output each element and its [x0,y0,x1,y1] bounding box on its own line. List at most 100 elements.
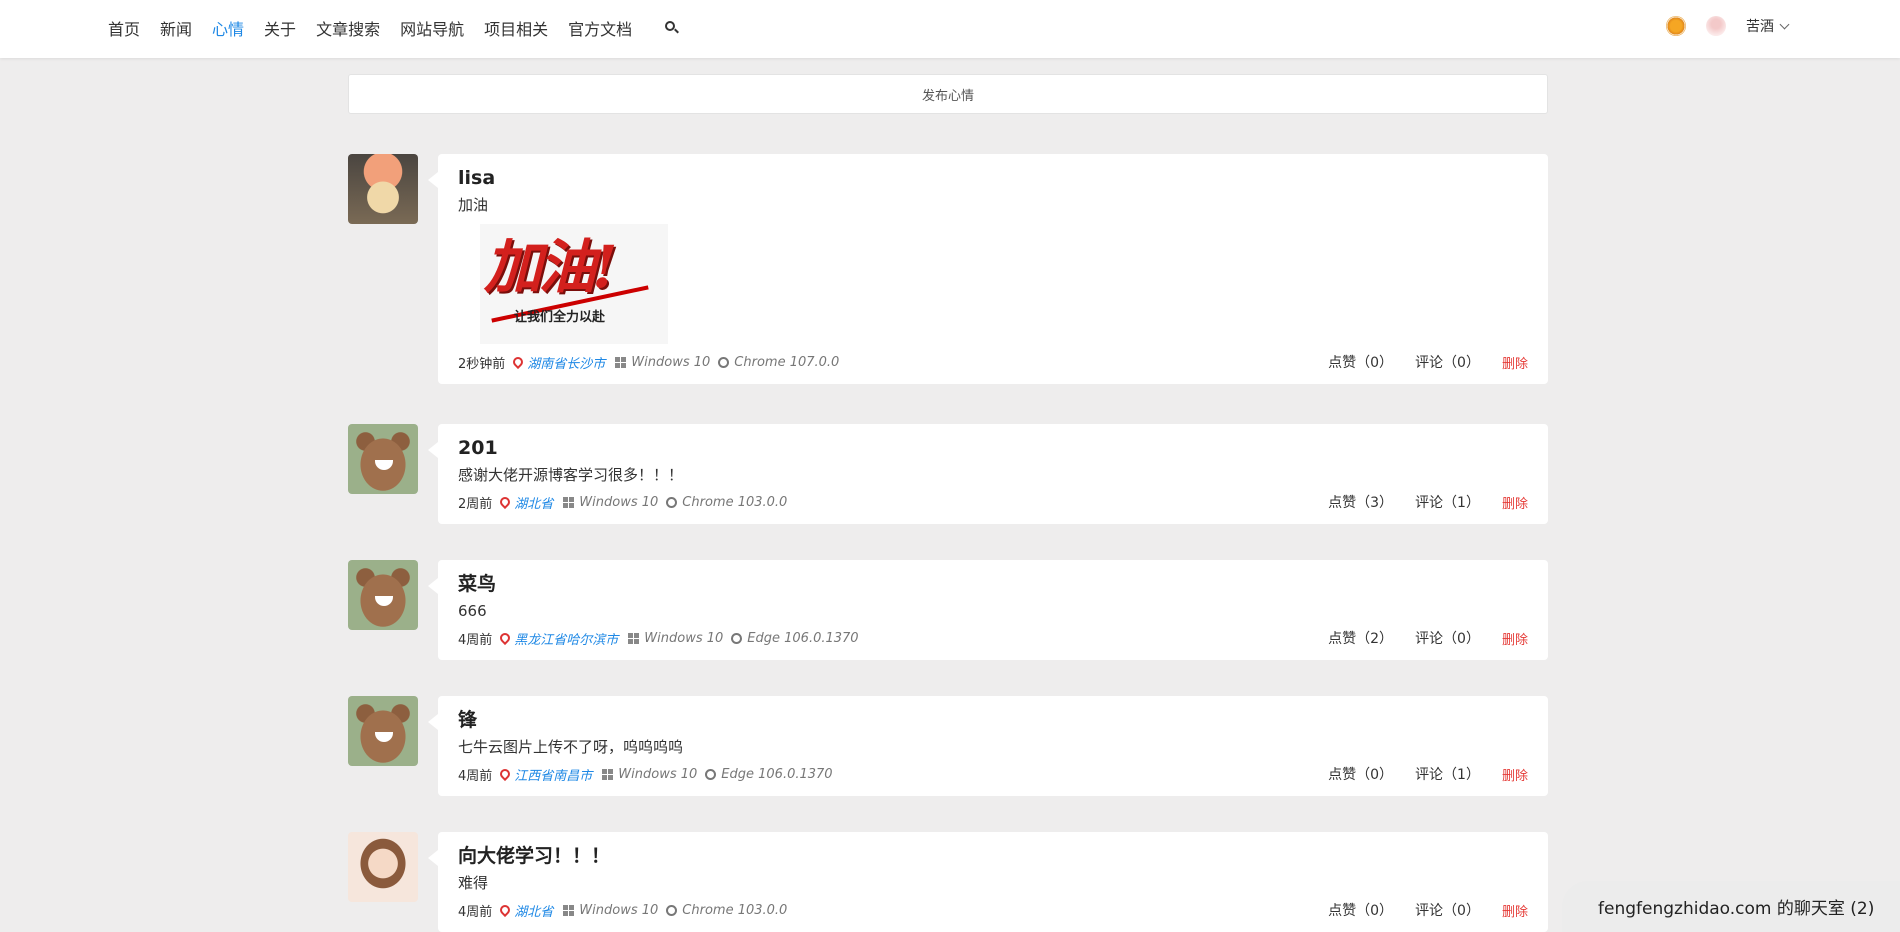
avatar [348,154,418,224]
avatar [348,424,418,494]
post-content: 感谢大佬开源博客学习很多！！！ [458,466,684,484]
publish-mood-button[interactable]: 发布心情 [348,74,1548,114]
post-author: 菜鸟 [458,573,497,595]
post-author: lisa [458,167,496,189]
post-os: Windows 10 [579,902,659,918]
like-button[interactable]: 点赞（0） [1328,764,1393,784]
avatar [348,696,418,766]
post-location[interactable]: 湖南省长沙市 [527,353,605,372]
delete-button[interactable]: 删除 [1502,901,1528,920]
post-actions: 点赞（0） 评论（0） 删除 [1306,900,1528,920]
like-button[interactable]: 点赞（3） [1328,492,1393,512]
post-content: 七牛云图片上传不了呀，呜呜呜呜 [458,738,684,756]
post-location[interactable]: 湖北省 [514,493,553,512]
location-pin-icon [498,630,513,646]
post-location[interactable]: 江西省南昌市 [514,765,592,784]
post-os: Windows 10 [631,354,711,370]
nav-item-article-search[interactable]: 文章搜索 [316,16,380,40]
post-author: 向大佬学习！！！ [458,845,611,867]
edge-icon [731,632,743,644]
post-os: Windows 10 [579,494,659,510]
comment-button[interactable]: 评论（0） [1415,352,1480,372]
avatar[interactable] [1706,16,1726,36]
post-card: 201 感谢大佬开源博客学习很多！！！ 2周前 湖北省 Windows 10 C… [428,424,1548,524]
delete-button[interactable]: 删除 [1502,493,1528,512]
theme-toggle-icon[interactable] [1666,16,1686,36]
location-pin-icon [498,494,513,510]
comment-button[interactable]: 评论（1） [1415,492,1480,512]
like-button[interactable]: 点赞（2） [1328,628,1393,648]
post-image-title: 加油! [484,233,617,301]
post-time: 4周前 [458,768,493,784]
post-location[interactable]: 湖北省 [514,901,553,920]
avatar [348,560,418,630]
post-time: 4周前 [458,632,493,648]
post-time: 2周前 [458,496,493,512]
windows-icon [563,496,575,508]
comment-button[interactable]: 评论（0） [1415,900,1480,920]
nav-item-site-nav[interactable]: 网站导航 [400,16,464,40]
location-pin-icon [498,766,513,782]
main-nav: 首页 新闻 心情 关于 文章搜索 网站导航 项目相关 官方文档 [108,16,680,40]
user-name[interactable]: 苦酒 [1746,16,1774,36]
comment-button[interactable]: 评论（0） [1415,628,1480,648]
top-navbar: 首页 新闻 心情 关于 文章搜索 网站导航 项目相关 官方文档 苦酒 [0,0,1900,58]
post-content: 666 [458,602,487,620]
nav-item-mood[interactable]: 心情 [212,16,244,40]
nav-item-docs[interactable]: 官方文档 [568,16,632,40]
post-actions: 点赞（0） 评论（1） 删除 [1306,764,1528,784]
windows-icon [563,904,575,916]
post-image[interactable]: 加油! 让我们全力以赴 [480,224,668,344]
chatroom-button[interactable]: fengfengzhidao.com 的聊天室 (2) [1562,881,1900,932]
nav-item-news[interactable]: 新闻 [160,16,192,40]
chrome-icon [666,496,678,508]
like-button[interactable]: 点赞（0） [1328,352,1393,372]
list-item: 菜鸟 666 4周前 黑龙江省哈尔滨市 Windows 10 Edge 106.… [348,560,1548,660]
chrome-icon [718,356,730,368]
post-card: 菜鸟 666 4周前 黑龙江省哈尔滨市 Windows 10 Edge 106.… [428,560,1548,660]
comment-button[interactable]: 评论（1） [1415,764,1480,784]
delete-button[interactable]: 删除 [1502,629,1528,648]
post-browser: Edge 106.0.1370 [721,766,833,782]
post-meta: 4周前 黑龙江省哈尔滨市 Windows 10 Edge 106.0.1370 … [458,626,1528,650]
post-card: lisa 加油 加油! 让我们全力以赴 2秒钟前 湖南省长沙市 Windows … [428,154,1548,384]
post-browser: Chrome 103.0.0 [682,902,788,918]
post-browser: Chrome 107.0.0 [734,354,840,370]
delete-button[interactable]: 删除 [1502,353,1528,372]
post-card: 向大佬学习！！！ 难得 4周前 湖北省 Windows 10 Chrome 10… [428,832,1548,932]
like-button[interactable]: 点赞（0） [1328,900,1393,920]
post-meta: 4周前 江西省南昌市 Windows 10 Edge 106.0.1370 点赞… [458,762,1528,786]
nav-item-about[interactable]: 关于 [264,16,296,40]
post-content: 加油 [458,196,489,214]
post-author: 201 [458,437,498,459]
windows-icon [615,356,627,368]
post-actions: 点赞（0） 评论（0） 删除 [1306,352,1528,372]
windows-icon [628,632,640,644]
list-item: 锋 七牛云图片上传不了呀，呜呜呜呜 4周前 江西省南昌市 Windows 10 … [348,696,1548,796]
location-pin-icon [498,902,513,918]
nav-item-home[interactable]: 首页 [108,16,140,40]
delete-button[interactable]: 删除 [1502,765,1528,784]
post-time: 4周前 [458,904,493,920]
chevron-down-icon[interactable] [1779,19,1790,29]
post-actions: 点赞（3） 评论（1） 删除 [1306,492,1528,512]
post-image-subtitle: 让我们全力以赴 [514,310,606,325]
post-browser: Chrome 103.0.0 [682,494,788,510]
post-author: 锋 [458,709,478,731]
post-card: 锋 七牛云图片上传不了呀，呜呜呜呜 4周前 江西省南昌市 Windows 10 … [428,696,1548,796]
post-os: Windows 10 [618,766,698,782]
search-icon[interactable] [664,20,680,36]
edge-icon [705,768,717,780]
post-os: Windows 10 [644,630,724,646]
post-meta: 2周前 湖北省 Windows 10 Chrome 103.0.0 点赞（3） … [458,490,1528,514]
post-location[interactable]: 黑龙江省哈尔滨市 [514,629,618,648]
post-meta: 2秒钟前 湖南省长沙市 Windows 10 Chrome 107.0.0 点赞… [458,350,1528,374]
location-pin-icon [511,354,526,370]
post-actions: 点赞（2） 评论（0） 删除 [1306,628,1528,648]
post-meta: 4周前 湖北省 Windows 10 Chrome 103.0.0 点赞（0） … [458,898,1528,922]
chrome-icon [666,904,678,916]
header-tools: 苦酒 [1666,16,1790,36]
list-item: 201 感谢大佬开源博客学习很多！！！ 2周前 湖北省 Windows 10 C… [348,424,1548,524]
post-browser: Edge 106.0.1370 [747,630,859,646]
nav-item-projects[interactable]: 项目相关 [484,16,548,40]
